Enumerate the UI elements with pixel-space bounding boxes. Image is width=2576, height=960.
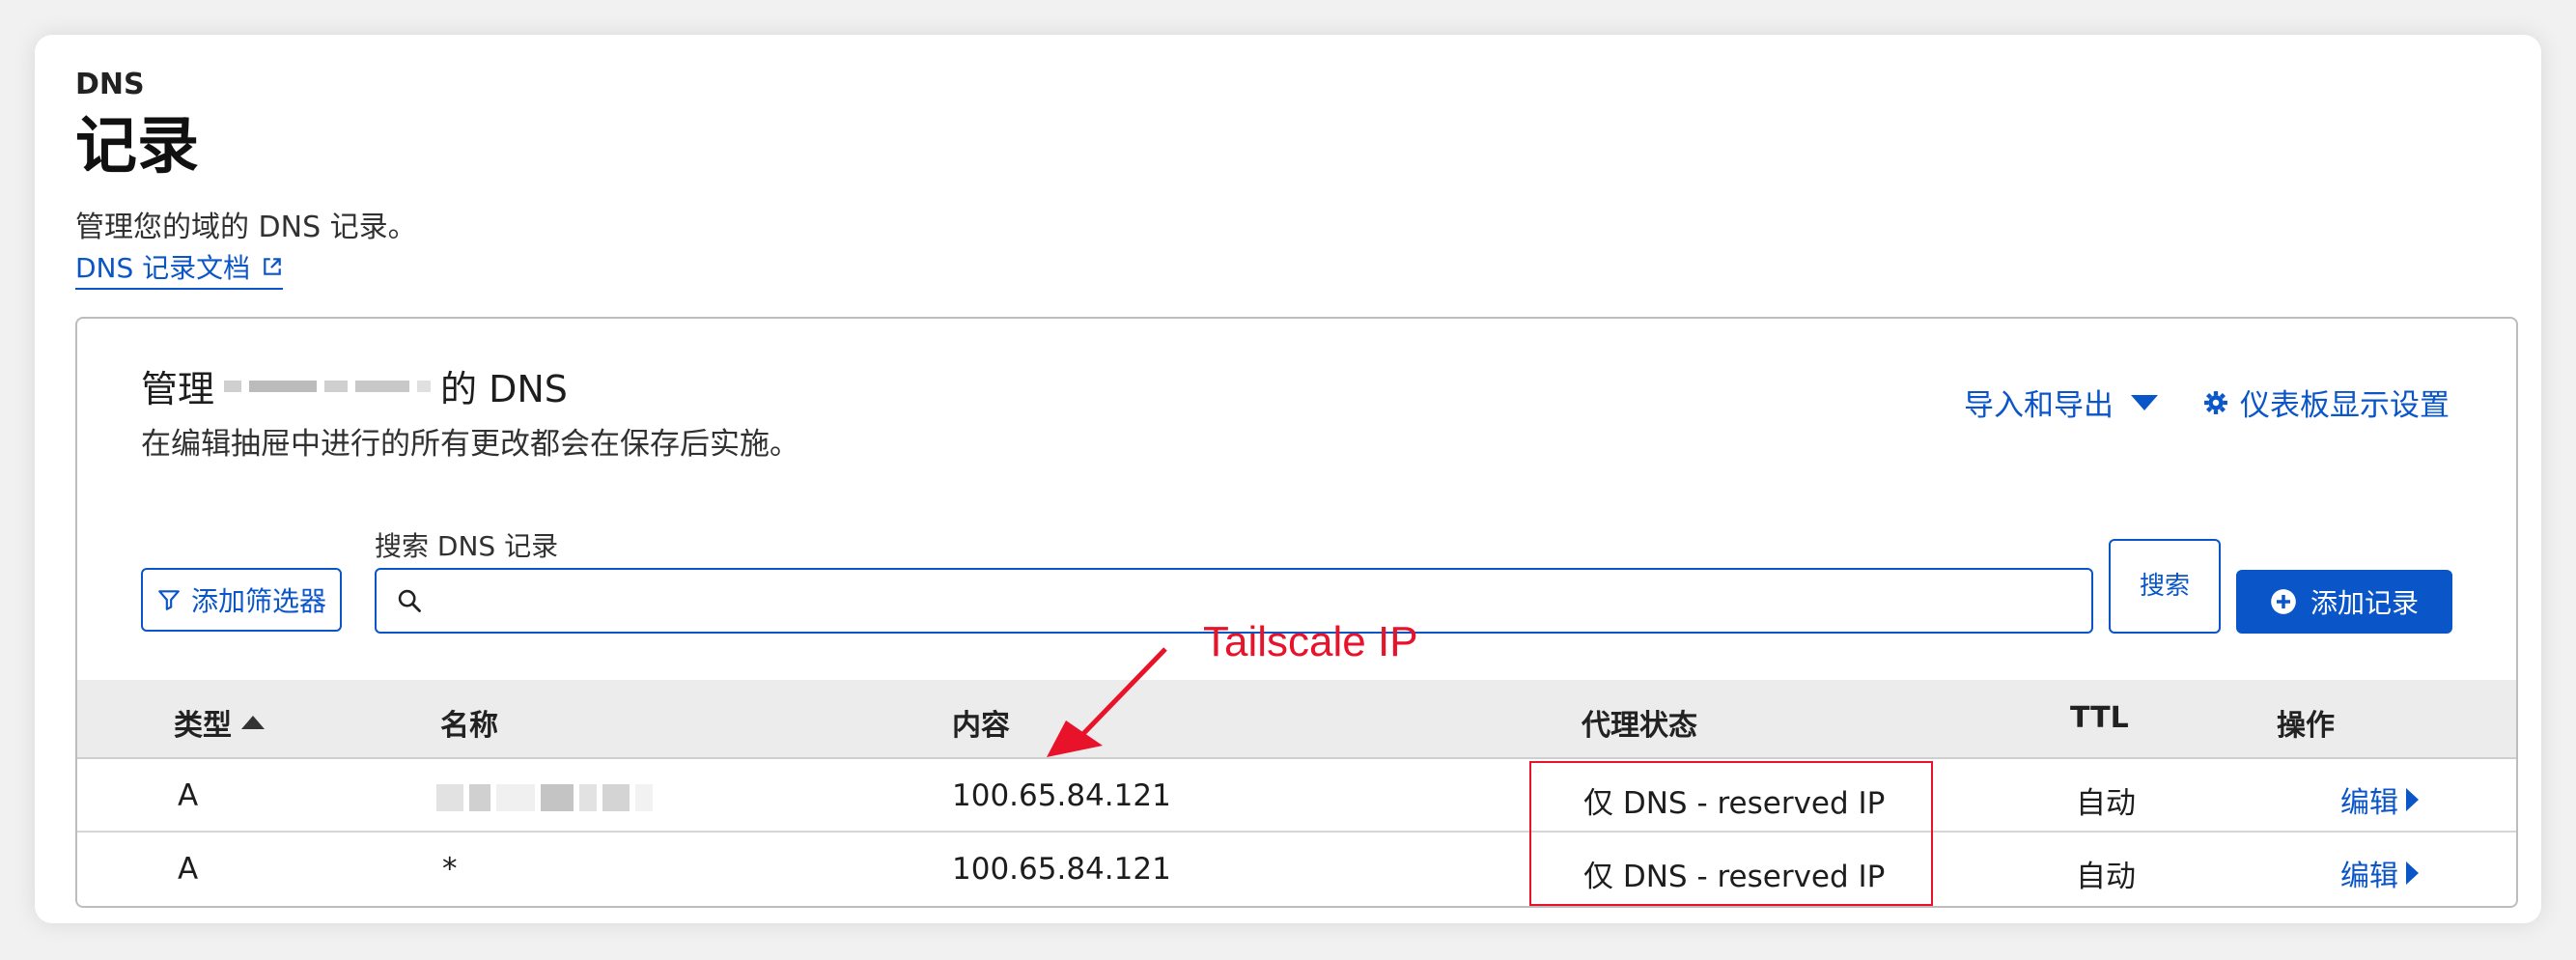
table-header: 类型 名称 内容 代理状态 TTL 操作 bbox=[77, 680, 2516, 759]
edit-label: 编辑 bbox=[2340, 786, 2398, 820]
panel-title-suffix: 的 DNS bbox=[440, 368, 568, 410]
gear-icon bbox=[2204, 390, 2227, 414]
edit-label: 编辑 bbox=[2340, 860, 2398, 893]
external-link-icon bbox=[264, 258, 281, 275]
cell-content: 100.65.84.121 bbox=[952, 778, 1171, 813]
annotation-highlight-box bbox=[1529, 761, 1933, 906]
annotation-label: Tailscale IP bbox=[1203, 618, 1418, 665]
annotation-arrow-icon bbox=[1047, 647, 1167, 757]
page-title: 记录 bbox=[75, 111, 199, 183]
column-header-proxy[interactable]: 代理状态 bbox=[1582, 701, 1697, 744]
panel-title: 管理 的 DNS bbox=[141, 359, 568, 412]
import-export-label: 导入和导出 bbox=[1964, 388, 2114, 423]
add-record-label: 添加记录 bbox=[2310, 587, 2419, 619]
sort-ascending-icon bbox=[241, 716, 265, 729]
cell-ttl: 自动 bbox=[2076, 786, 2136, 821]
column-header-type[interactable]: 类型 bbox=[174, 701, 265, 744]
dns-docs-link-label: DNS 记录文档 bbox=[75, 252, 251, 284]
table-row[interactable]: A * 100.65.84.121 仅 DNS - reserved IP 自动… bbox=[77, 833, 2516, 904]
cell-ttl: 自动 bbox=[2076, 860, 2136, 894]
cell-name: * bbox=[442, 852, 458, 887]
caret-right-icon bbox=[2406, 861, 2419, 885]
plus-circle-icon bbox=[2271, 589, 2296, 614]
edit-button[interactable]: 编辑 bbox=[2340, 852, 2419, 894]
table-row[interactable]: A 100.65.84.121 仅 DNS - reserved IP 自动 编… bbox=[77, 759, 2516, 833]
search-label: 搜索 DNS 记录 bbox=[375, 530, 559, 562]
add-record-button[interactable]: 添加记录 bbox=[2236, 570, 2452, 634]
dns-docs-link[interactable]: DNS 记录文档 bbox=[75, 247, 284, 290]
chevron-down-icon bbox=[2131, 394, 2158, 410]
column-header-type-label: 类型 bbox=[174, 709, 232, 743]
column-header-ttl[interactable]: TTL bbox=[2070, 701, 2129, 735]
caret-right-icon bbox=[2406, 788, 2419, 811]
edit-button[interactable]: 编辑 bbox=[2340, 778, 2419, 821]
cell-type: A bbox=[178, 852, 199, 887]
add-filter-button[interactable]: 添加筛选器 bbox=[141, 568, 342, 632]
search-icon bbox=[398, 589, 421, 612]
dashboard-settings-label: 仪表板显示设置 bbox=[2240, 388, 2450, 423]
redacted-name bbox=[436, 784, 653, 811]
redacted-domain bbox=[224, 380, 432, 392]
import-export-dropdown[interactable]: 导入和导出 bbox=[1964, 381, 2158, 424]
breadcrumb: DNS bbox=[75, 68, 145, 101]
dns-panel: 管理 的 DNS 在编辑抽屉中进行的所有更改都会在保存后实施。 导入和导出 仪表… bbox=[75, 317, 2518, 908]
filter-icon bbox=[158, 590, 180, 610]
column-header-name[interactable]: 名称 bbox=[440, 701, 498, 744]
panel-subtitle: 在编辑抽屉中进行的所有更改都会在保存后实施。 bbox=[141, 427, 799, 462]
dashboard-settings-link[interactable]: 仪表板显示设置 bbox=[2203, 381, 2450, 424]
cell-type: A bbox=[178, 778, 199, 813]
add-filter-label: 添加筛选器 bbox=[190, 585, 326, 617]
page-description: 管理您的域的 DNS 记录。 bbox=[75, 211, 417, 244]
panel-title-prefix: 管理 bbox=[141, 368, 215, 410]
column-header-content[interactable]: 内容 bbox=[952, 701, 1010, 744]
column-header-actions: 操作 bbox=[2277, 709, 2335, 743]
cell-content: 100.65.84.121 bbox=[952, 852, 1171, 887]
search-button[interactable]: 搜索 bbox=[2109, 539, 2221, 634]
